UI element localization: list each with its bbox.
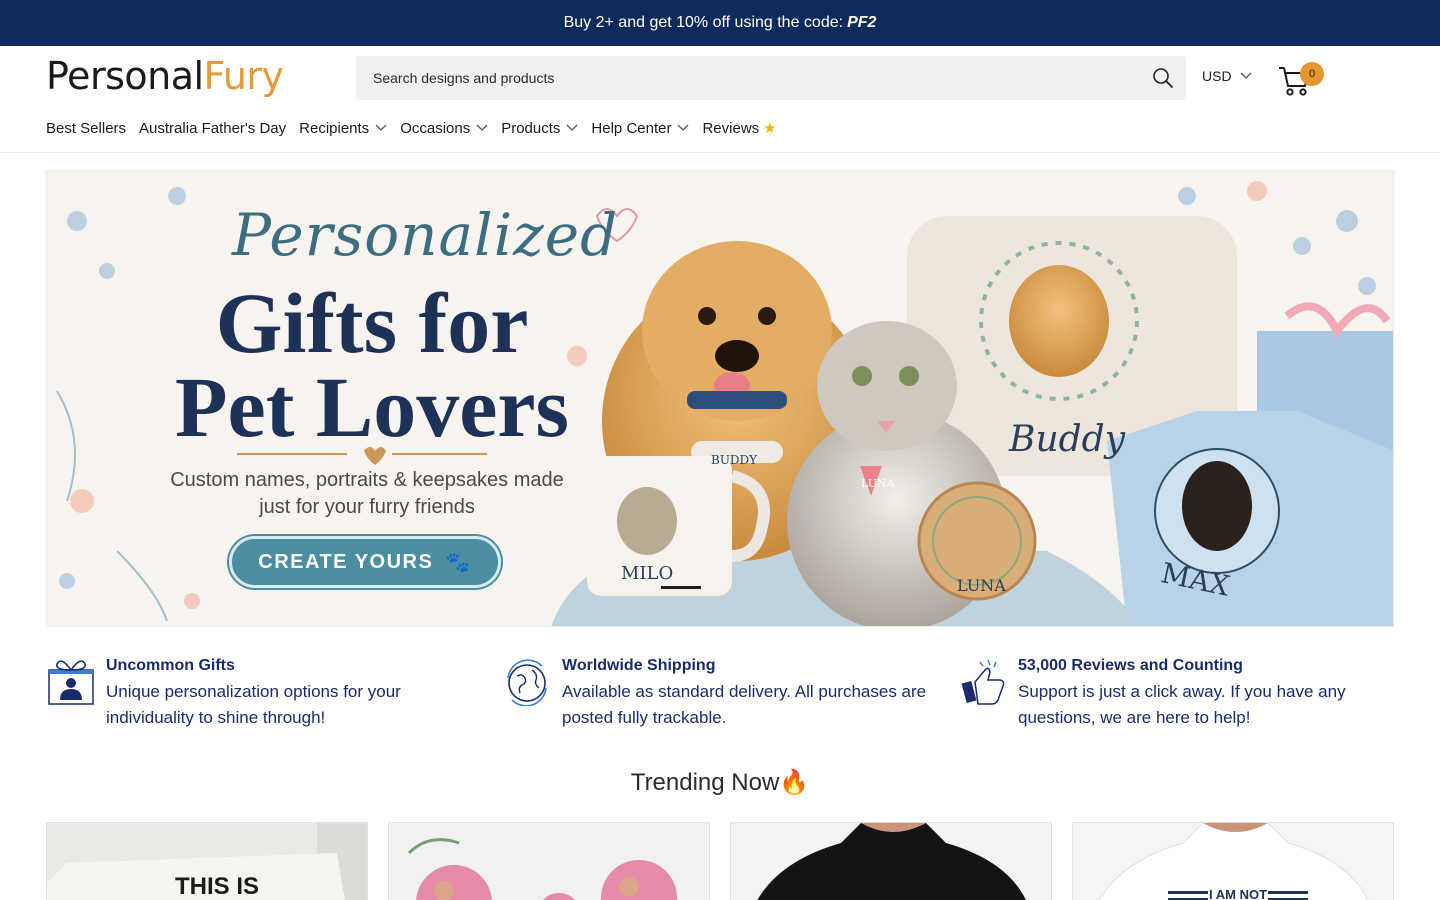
nav-item-reviews[interactable]: Reviews ★ xyxy=(702,119,777,138)
create-yours-button[interactable]: CREATE YOURS 🐾 xyxy=(229,536,501,588)
product-image xyxy=(731,823,1051,900)
cat-tag-name: LUNA xyxy=(861,477,895,490)
pillow-name: Buddy xyxy=(1009,419,1126,460)
dog-tag-name: BUDDY xyxy=(711,453,758,467)
paw-icon: 🐾 xyxy=(445,551,472,574)
ornament-name: LUNA xyxy=(957,576,1006,595)
product-image-text: I AM NOT xyxy=(1209,887,1268,900)
mug-name: MILO xyxy=(621,563,674,584)
nav-item-label: Occasions xyxy=(400,119,471,137)
feature-description: Available as standard delivery. All purc… xyxy=(562,682,927,727)
product-card[interactable] xyxy=(388,822,710,900)
trending-title: Trending Now xyxy=(630,769,780,796)
nav-item-australia-fathers-day[interactable]: Australia Father's Day xyxy=(139,119,286,137)
carousel-indicator[interactable] xyxy=(661,586,707,589)
gift-person-icon xyxy=(48,660,94,705)
feature-title: Uncommon Gifts xyxy=(106,657,235,674)
currency-selector[interactable]: USD xyxy=(1202,68,1252,84)
feature-reviews: 53,000 Reviews and Counting Support is j… xyxy=(958,656,1388,731)
hero-subtitle: Custom names, portraits & keepsakes made… xyxy=(170,469,564,518)
nav-item-products[interactable]: Products xyxy=(501,119,578,137)
nav-item-label: Products xyxy=(501,119,561,137)
nav-item-label: Help Center xyxy=(591,119,672,137)
feature-description: Unique personalization options for your … xyxy=(106,682,401,727)
feature-worldwide-shipping: Worldwide Shipping Available as standard… xyxy=(502,656,932,731)
cart-button[interactable]: 0 xyxy=(1278,60,1324,96)
cart-count-badge: 0 xyxy=(1300,62,1324,86)
hero-title: Gifts for Pet Lovers xyxy=(174,275,569,455)
feature-title: 53,000 Reviews and Counting xyxy=(1018,657,1243,674)
nav-item-label: Recipients xyxy=(299,119,370,137)
nav-item-label: Best Sellers xyxy=(46,119,127,137)
thumbs-up-icon xyxy=(961,659,1005,705)
announcement-text: Buy 2+ and get 10% off using the code: xyxy=(563,14,844,31)
star-icon: ★ xyxy=(763,120,777,137)
search-input[interactable] xyxy=(356,56,1136,100)
fire-icon: 🔥 xyxy=(779,769,810,796)
search-icon[interactable] xyxy=(1152,67,1174,89)
feature-description: Support is just a click away. If you hav… xyxy=(1018,682,1346,727)
promo-code: PF2 xyxy=(847,14,877,31)
chevron-down-icon xyxy=(375,124,387,131)
product-card[interactable] xyxy=(730,822,1052,900)
feature-uncommon-gifts: Uncommon Gifts Unique personalization op… xyxy=(46,656,476,731)
currency-value: USD xyxy=(1202,68,1232,84)
globe-icon xyxy=(507,659,547,706)
carousel-dot[interactable] xyxy=(661,586,701,589)
feature-title: Worldwide Shipping xyxy=(562,657,716,674)
search-bar xyxy=(356,56,1186,100)
nav-item-help-center[interactable]: Help Center xyxy=(591,119,689,137)
nav-item-recipients[interactable]: Recipients xyxy=(299,119,387,137)
cta-label: CREATE YOURS xyxy=(258,550,434,573)
main-nav: Best Sellers Australia Father's Day Reci… xyxy=(0,110,1440,153)
chevron-down-icon xyxy=(1240,72,1252,79)
product-card[interactable]: I AM NOT xyxy=(1072,822,1394,900)
nav-item-label: Australia Father's Day xyxy=(139,119,287,137)
feature-strip: Uncommon Gifts Unique personalization op… xyxy=(46,656,1394,736)
logo[interactable]: Personal Fury xyxy=(46,54,284,98)
chevron-down-icon xyxy=(678,124,689,131)
product-image-text: THIS IS xyxy=(175,873,260,900)
hero-script-title: Personalized xyxy=(232,201,619,269)
logo-part-fury: Fury xyxy=(203,54,284,98)
announcement-bar: Buy 2+ and get 10% off using the code: P… xyxy=(0,0,1440,46)
nav-item-best-sellers[interactable]: Best Sellers xyxy=(46,119,126,137)
hero-banner[interactable]: Personalized Gifts for Pet Lovers Custom… xyxy=(46,170,1394,627)
chevron-down-icon xyxy=(566,124,578,131)
site-header: PersonalFury USD 0 xyxy=(0,46,1440,110)
nav-item-occasions[interactable]: Occasions xyxy=(400,119,488,137)
product-image xyxy=(389,823,709,900)
trending-heading: Trending Now🔥 xyxy=(0,768,1440,797)
nav-item-label: Reviews xyxy=(702,119,760,137)
logo-part-personal: Personal xyxy=(46,54,204,98)
chevron-down-icon xyxy=(476,124,488,131)
product-card[interactable]: THIS IS xyxy=(46,822,368,900)
